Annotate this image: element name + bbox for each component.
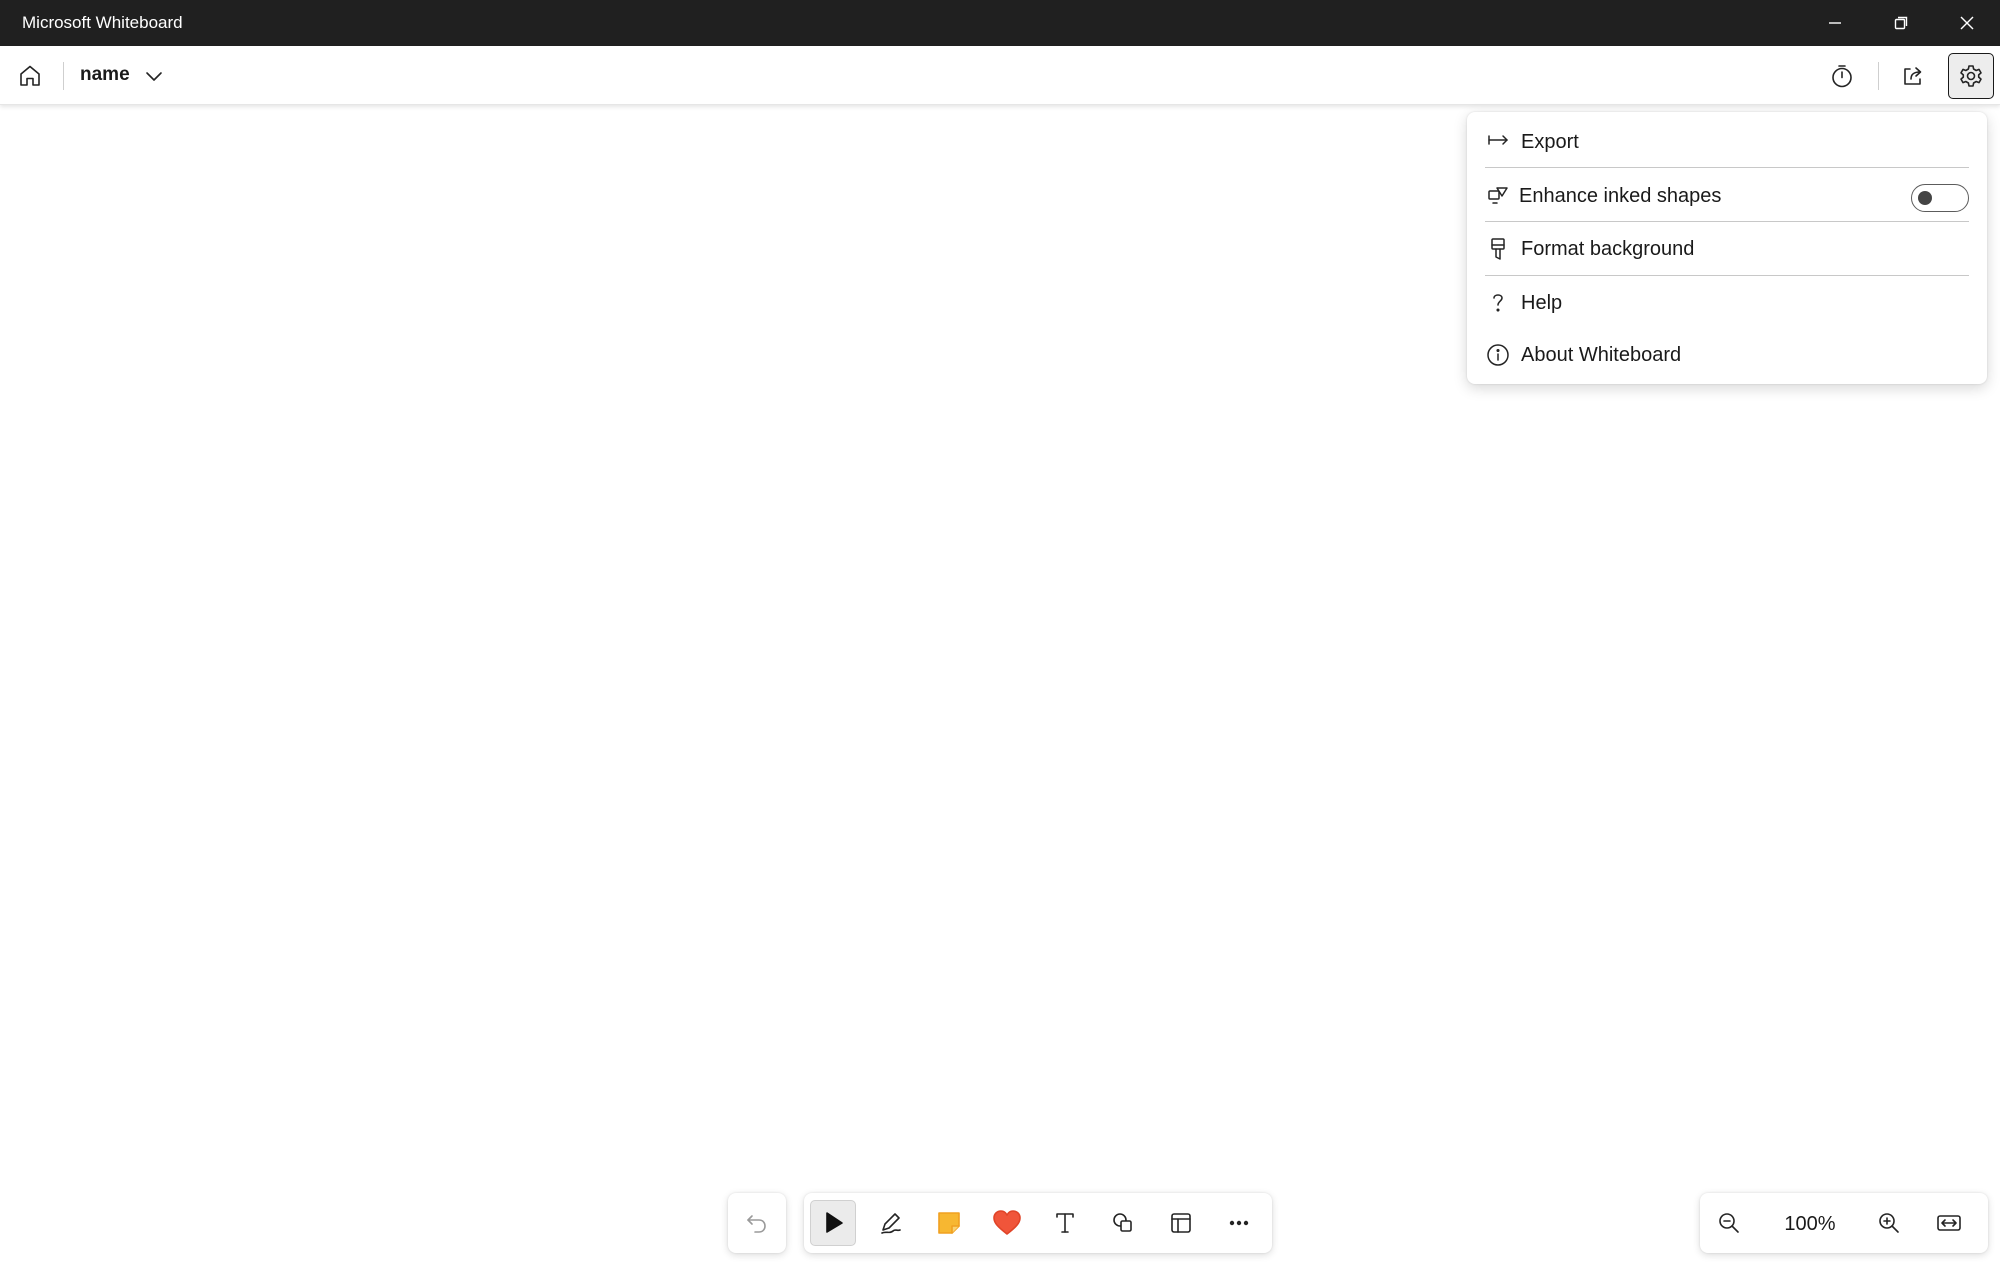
more-tools-button[interactable] xyxy=(1216,1200,1262,1246)
restore-button[interactable] xyxy=(1868,0,1934,46)
undo-toolbar xyxy=(728,1193,786,1253)
zoom-in-icon xyxy=(1879,1213,1899,1233)
home-button[interactable] xyxy=(10,56,50,96)
home-icon xyxy=(20,65,40,86)
zoom-out-icon xyxy=(1719,1213,1739,1233)
heart-icon xyxy=(993,1210,1021,1235)
templates-tool-button[interactable] xyxy=(1158,1200,1204,1246)
more-icon xyxy=(1229,1220,1249,1226)
close-icon xyxy=(1960,16,1974,30)
menu-item-export[interactable]: Export xyxy=(1485,116,1969,168)
pen-icon xyxy=(881,1213,901,1234)
menu-item-label: Format background xyxy=(1521,237,1695,260)
templates-icon xyxy=(1171,1213,1191,1233)
share-button[interactable] xyxy=(1893,56,1933,96)
timer-icon xyxy=(1832,65,1852,88)
fit-to-screen-icon xyxy=(1937,1215,1961,1231)
help-icon xyxy=(1485,290,1511,316)
text-icon xyxy=(1056,1213,1074,1233)
settings-button[interactable] xyxy=(1948,53,1994,99)
enhance-shapes-icon xyxy=(1485,183,1511,209)
format-background-icon xyxy=(1485,236,1511,262)
sticky-note-icon xyxy=(938,1212,960,1234)
zoom-level[interactable]: 100% xyxy=(1770,1213,1850,1236)
zoom-in-button[interactable] xyxy=(1866,1200,1912,1246)
enhance-shapes-toggle[interactable] xyxy=(1911,184,1969,212)
export-icon xyxy=(1485,129,1511,155)
share-icon xyxy=(1904,67,1922,85)
board-name[interactable]: name xyxy=(80,64,130,86)
minimize-icon xyxy=(1829,22,1841,24)
settings-menu: Export Enhance inked shapes Format backg… xyxy=(1467,112,1987,384)
menu-item-label: Enhance inked shapes xyxy=(1519,184,1722,207)
window-title: Microsoft Whiteboard xyxy=(22,13,183,32)
divider xyxy=(1878,62,1879,90)
select-icon xyxy=(826,1212,843,1233)
zoom-out-button[interactable] xyxy=(1706,1200,1752,1246)
restore-icon xyxy=(1894,16,1908,30)
zoom-toolbar: 100% xyxy=(1700,1193,1988,1253)
app-bar: name xyxy=(0,46,2000,105)
undo-icon xyxy=(747,1215,766,1233)
board-name-dropdown[interactable] xyxy=(140,64,168,88)
close-button[interactable] xyxy=(1934,0,2000,46)
timer-button[interactable] xyxy=(1822,56,1862,96)
menu-item-label: Export xyxy=(1521,130,1579,153)
toggle-knob xyxy=(1918,191,1932,205)
menu-item-enhance-inked-shapes[interactable]: Enhance inked shapes xyxy=(1485,170,1969,222)
menu-item-about[interactable]: About Whiteboard xyxy=(1485,329,1969,381)
pen-tool-button[interactable] xyxy=(868,1200,914,1246)
fit-to-screen-button[interactable] xyxy=(1926,1200,1972,1246)
menu-item-help[interactable]: Help xyxy=(1485,277,1969,329)
title-bar: Microsoft Whiteboard xyxy=(0,0,2000,46)
menu-divider xyxy=(1485,167,1969,168)
shapes-tool-button[interactable] xyxy=(1100,1200,1146,1246)
gear-icon xyxy=(1960,65,1982,87)
undo-button[interactable] xyxy=(734,1200,780,1246)
menu-divider xyxy=(1485,275,1969,276)
chevron-down-icon xyxy=(146,72,162,81)
reactions-tool-button[interactable] xyxy=(984,1200,1030,1246)
select-tool-button[interactable] xyxy=(810,1200,856,1246)
menu-divider xyxy=(1485,221,1969,222)
divider xyxy=(63,62,64,90)
shapes-icon xyxy=(1113,1213,1132,1232)
minimize-button[interactable] xyxy=(1802,0,1868,46)
info-icon xyxy=(1485,342,1511,368)
menu-item-label: About Whiteboard xyxy=(1521,343,1682,366)
menu-item-label: Help xyxy=(1521,291,1563,314)
menu-item-format-background[interactable]: Format background xyxy=(1485,223,1969,275)
sticky-note-tool-button[interactable] xyxy=(926,1200,972,1246)
text-tool-button[interactable] xyxy=(1042,1200,1088,1246)
tools-toolbar xyxy=(804,1193,1272,1253)
